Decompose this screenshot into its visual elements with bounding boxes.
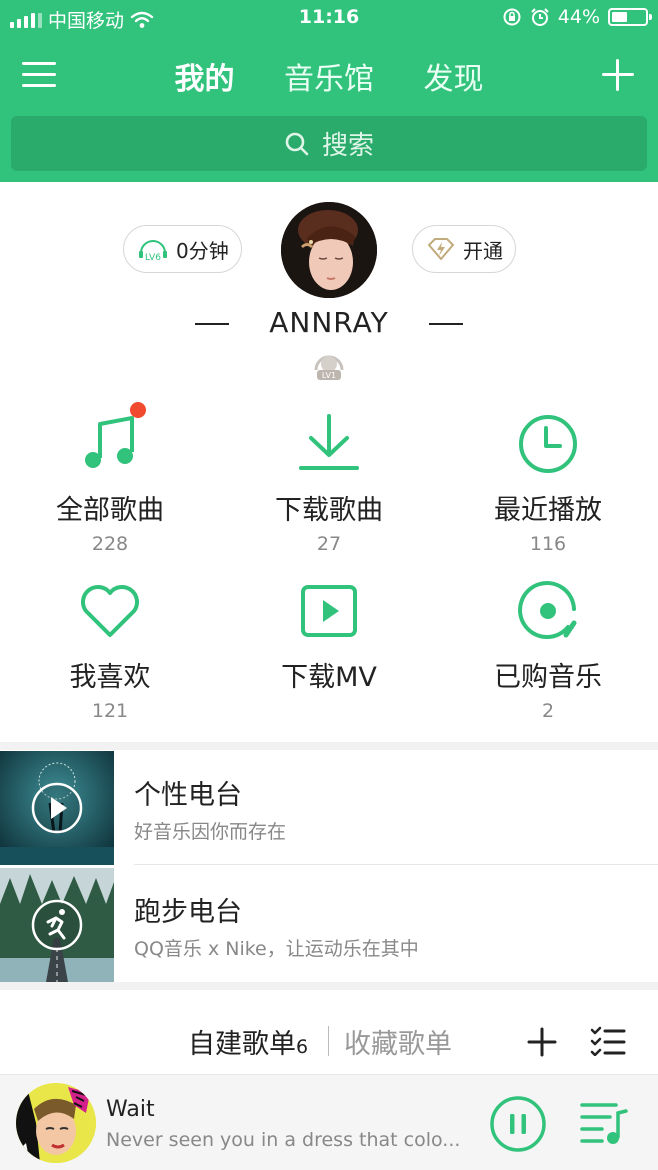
tab-divider	[328, 1026, 329, 1056]
grid-count: 121	[91, 700, 129, 722]
diamond-icon	[428, 238, 454, 260]
username-right-dash	[428, 323, 463, 325]
username-row: ANNRAY	[0, 306, 658, 339]
rotation-lock-icon	[503, 8, 521, 26]
created-playlists-count: 6	[296, 1036, 309, 1058]
radio-subtitle: QQ音乐 x Nike，让运动乐在其中	[134, 938, 419, 960]
alarm-icon	[531, 8, 549, 26]
username-left-dash	[195, 323, 230, 325]
heart-icon	[78, 579, 142, 643]
clock-icon	[516, 412, 580, 476]
tab-collected-playlists[interactable]: 收藏歌单	[344, 1022, 452, 1061]
grid-count: 27	[316, 533, 342, 555]
battery-percent: 44%	[557, 6, 600, 28]
add-button[interactable]	[602, 59, 634, 91]
radio-thumbnail	[0, 868, 114, 982]
radio-subtitle: 好音乐因你而存在	[134, 821, 287, 843]
navbar: 我的 音乐馆 发现	[0, 44, 658, 106]
pause-button[interactable]	[489, 1095, 547, 1153]
playlist-queue-icon[interactable]	[580, 1099, 630, 1147]
disc-icon	[516, 579, 580, 643]
radio-title: 个性电台	[134, 780, 242, 811]
app-screen: 中国移动 11:16 44% 我的 音乐馆 发现 搜索 LV6 0分钟 开通 A…	[0, 0, 658, 1170]
new-dot-badge	[130, 402, 146, 418]
created-playlists-label: 自建歌单	[188, 1029, 296, 1060]
download-icon	[297, 412, 361, 476]
status-bar: 中国移动 11:16 44%	[0, 0, 658, 36]
tab-created-playlists[interactable]: 自建歌单6	[188, 1022, 308, 1061]
status-right: 44%	[502, 6, 652, 28]
listen-level-text: LV6	[145, 253, 161, 262]
radio-row-personal[interactable]: 个性电台 好音乐因你而存在	[0, 751, 658, 865]
search-bar[interactable]: 搜索	[11, 116, 647, 171]
header: 中国移动 11:16 44% 我的 音乐馆 发现 搜索	[0, 0, 658, 182]
avatar[interactable]	[281, 202, 377, 298]
playlist-tabs: 自建歌单6 收藏歌单	[0, 1022, 658, 1062]
level-badge-text: LV1	[322, 371, 336, 380]
section-divider	[0, 982, 658, 990]
album-cover[interactable]	[16, 1083, 96, 1163]
listen-time-text: 0分钟	[176, 238, 229, 263]
grid-count: 116	[529, 533, 567, 555]
tab-mine[interactable]: 我的	[174, 54, 234, 98]
radio-row-running[interactable]: 跑步电台 QQ音乐 x Nike，让运动乐在其中	[0, 868, 658, 982]
username: ANNRAY	[269, 306, 389, 339]
song-lyric: Never seen you in a dress that colo...	[106, 1129, 461, 1151]
row-divider	[134, 864, 658, 865]
grid-item-recent-plays[interactable]: 最近播放 116	[438, 412, 658, 555]
manage-playlist-icon[interactable]	[590, 1026, 626, 1056]
listen-level-icon: LV6	[139, 240, 167, 262]
add-playlist-icon[interactable]	[527, 1027, 557, 1057]
grid-label: 全部歌曲	[56, 495, 164, 526]
avatar-image	[281, 202, 377, 298]
grid-item-favorites[interactable]: 我喜欢 121	[0, 579, 220, 722]
grid-item-downloaded-mv[interactable]: 下载MV	[219, 579, 439, 700]
grid-count: 2	[541, 700, 555, 722]
listen-time-pill[interactable]: LV6 0分钟	[123, 225, 242, 273]
section-divider	[0, 742, 658, 750]
nav-tabs: 我的 音乐馆 发现	[0, 54, 658, 98]
radio-title: 跑步电台	[134, 897, 242, 928]
grid-item-downloaded-songs[interactable]: 下载歌曲 27	[219, 412, 439, 555]
level-badge-icon[interactable]: LV1	[312, 348, 346, 382]
vip-open-pill[interactable]: 开通	[412, 225, 516, 273]
grid-item-all-songs[interactable]: 全部歌曲 228	[0, 402, 220, 555]
vip-open-text: 开通	[463, 238, 503, 263]
radio-thumbnail	[0, 751, 114, 865]
tab-discover[interactable]: 发现	[424, 54, 484, 98]
tab-music-hall[interactable]: 音乐馆	[284, 54, 374, 98]
grid-label: 最近播放	[494, 495, 602, 526]
play-square-icon	[297, 579, 361, 643]
grid-label: 下载歌曲	[275, 495, 383, 526]
mini-player[interactable]: Wait Never seen you in a dress that colo…	[0, 1074, 658, 1170]
grid-item-purchased-music[interactable]: 已购音乐 2	[438, 579, 658, 722]
grid-count: 228	[91, 533, 129, 555]
search-icon	[285, 132, 309, 155]
grid-label: 我喜欢	[69, 662, 151, 693]
grid-label: 已购音乐	[494, 662, 602, 693]
search-placeholder: 搜索	[321, 131, 374, 161]
battery-icon	[608, 8, 652, 26]
grid-label: 下载MV	[281, 662, 377, 693]
song-title: Wait	[106, 1097, 155, 1122]
music-note-icon	[78, 402, 146, 476]
